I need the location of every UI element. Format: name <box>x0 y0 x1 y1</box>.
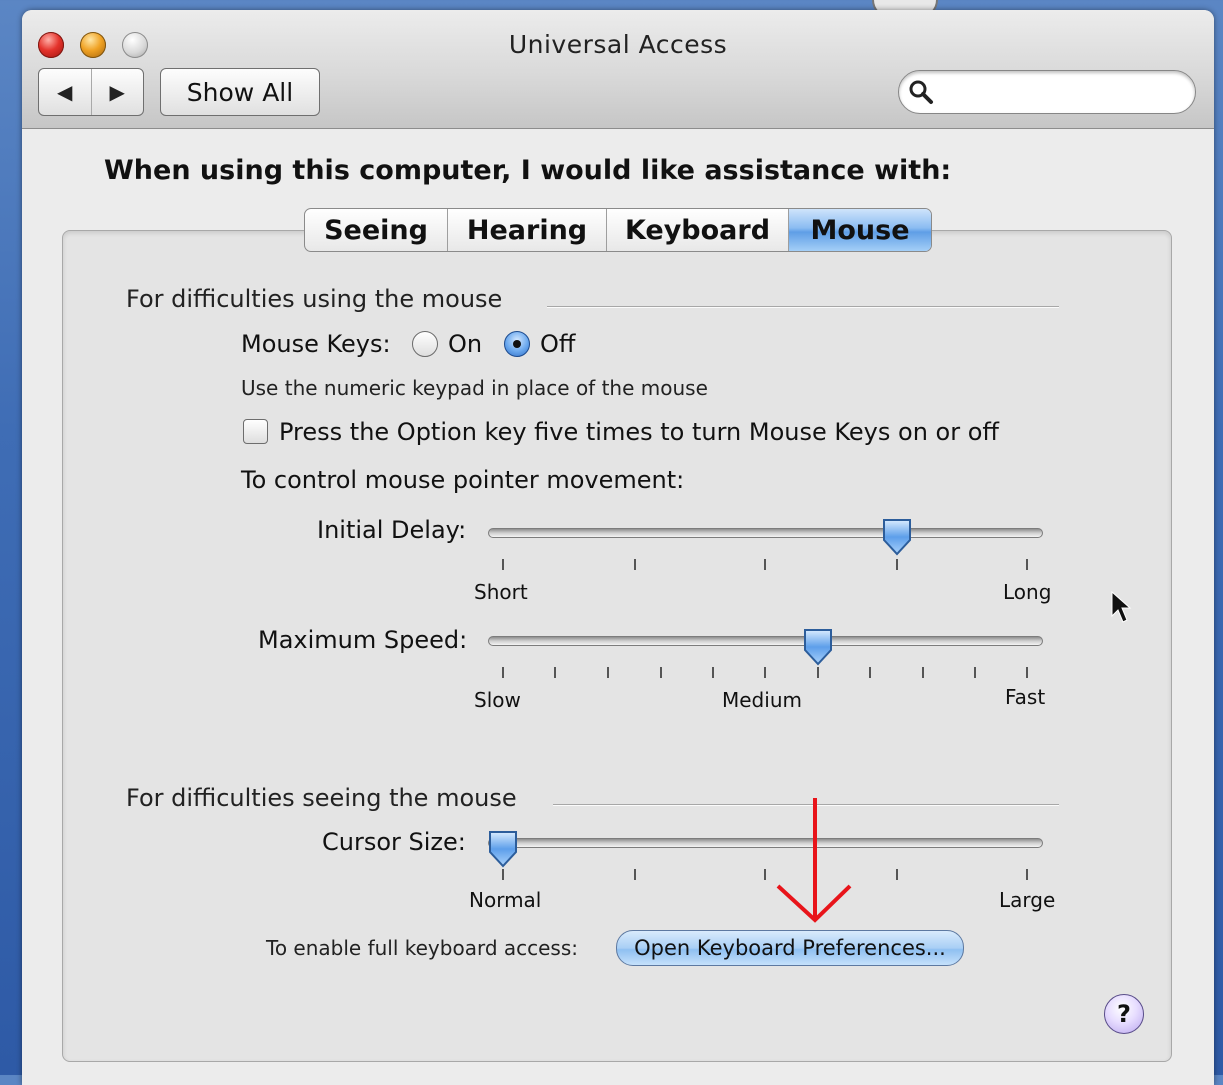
slider-tick <box>764 667 766 678</box>
section-title-using-mouse: For difficulties using the mouse <box>126 285 503 313</box>
maximum-speed-mid-label: Medium <box>722 688 802 712</box>
initial-delay-max-label: Long <box>1003 580 1052 604</box>
slider-tick <box>1026 667 1028 678</box>
section-title-seeing-mouse: For difficulties seeing the mouse <box>126 784 517 812</box>
slider-tick <box>660 667 662 678</box>
tab-mouse[interactable]: Mouse <box>789 209 931 251</box>
slider-tick <box>502 667 504 678</box>
mouse-keys-on-radio[interactable] <box>412 331 438 357</box>
slider-tick <box>869 667 871 678</box>
cursor-size-track[interactable] <box>488 838 1043 848</box>
maximum-speed-thumb[interactable] <box>802 628 834 666</box>
slider-tick <box>607 667 609 678</box>
slider-tick <box>1026 869 1028 880</box>
open-keyboard-preferences-button[interactable]: Open Keyboard Preferences... <box>616 930 964 966</box>
slider-tick <box>896 869 898 880</box>
cursor-size-label: Cursor Size: <box>322 828 466 856</box>
initial-delay-min-label: Short <box>474 580 528 604</box>
search-field[interactable] <box>898 70 1196 114</box>
pointer-movement-label: To control mouse pointer movement: <box>241 466 685 494</box>
keypad-hint: Use the numeric keypad in place of the m… <box>241 376 708 400</box>
tab-bar: Seeing Hearing Keyboard Mouse <box>304 208 932 252</box>
mouse-keys-label: Mouse Keys: <box>241 330 391 358</box>
slider-tick <box>634 869 636 880</box>
maximum-speed-min-label: Slow <box>474 688 521 712</box>
forward-arrow-icon: ▶ <box>109 80 125 104</box>
slider-tick <box>634 559 636 570</box>
mouse-keys-off-label[interactable]: Off <box>540 330 575 358</box>
cursor-size-thumb[interactable] <box>487 830 519 868</box>
initial-delay-label: Initial Delay: <box>317 516 467 544</box>
maximum-speed-track[interactable] <box>488 636 1043 646</box>
tab-keyboard[interactable]: Keyboard <box>607 209 789 251</box>
tab-panel <box>62 230 1172 1062</box>
tab-hearing[interactable]: Hearing <box>448 209 607 251</box>
initial-delay-thumb[interactable] <box>881 518 913 556</box>
slider-tick <box>554 667 556 678</box>
slider-tick <box>764 869 766 880</box>
mouse-keys-off-radio[interactable] <box>504 331 530 357</box>
back-arrow-icon: ◀ <box>57 80 73 104</box>
back-button[interactable]: ◀ <box>39 69 92 115</box>
slider-tick <box>896 559 898 570</box>
mouse-keys-on-label[interactable]: On <box>448 330 482 358</box>
cursor-size-max-label: Large <box>999 888 1056 912</box>
window-title: Universal Access <box>508 30 728 59</box>
back-forward-control: ◀ ▶ <box>38 68 144 116</box>
title-bar: Universal Access ◀ ▶ Show All <box>22 10 1214 129</box>
slider-tick <box>922 667 924 678</box>
option-key-checkbox[interactable] <box>243 419 268 444</box>
help-button[interactable]: ? <box>1104 994 1144 1034</box>
tab-seeing[interactable]: Seeing <box>305 209 448 251</box>
slider-tick <box>1026 559 1028 570</box>
slider-tick <box>817 667 819 678</box>
search-icon <box>909 80 933 104</box>
maximum-speed-label: Maximum Speed: <box>258 626 468 654</box>
keyboard-access-label: To enable full keyboard access: <box>266 936 579 960</box>
initial-delay-track[interactable] <box>488 528 1043 538</box>
option-key-checkbox-label[interactable]: Press the Option key five times to turn … <box>279 418 999 446</box>
page-heading: When using this computer, I would like a… <box>104 155 952 186</box>
slider-tick <box>502 559 504 570</box>
maximum-speed-max-label: Fast <box>1005 685 1046 709</box>
forward-button[interactable]: ▶ <box>92 69 144 115</box>
slider-tick <box>502 869 504 880</box>
section-divider <box>553 804 1059 806</box>
show-all-button[interactable]: Show All <box>160 68 320 116</box>
slider-tick <box>974 667 976 678</box>
section-divider <box>547 306 1059 308</box>
cursor-size-min-label: Normal <box>469 888 542 912</box>
slider-tick <box>764 559 766 570</box>
slider-tick <box>712 667 714 678</box>
